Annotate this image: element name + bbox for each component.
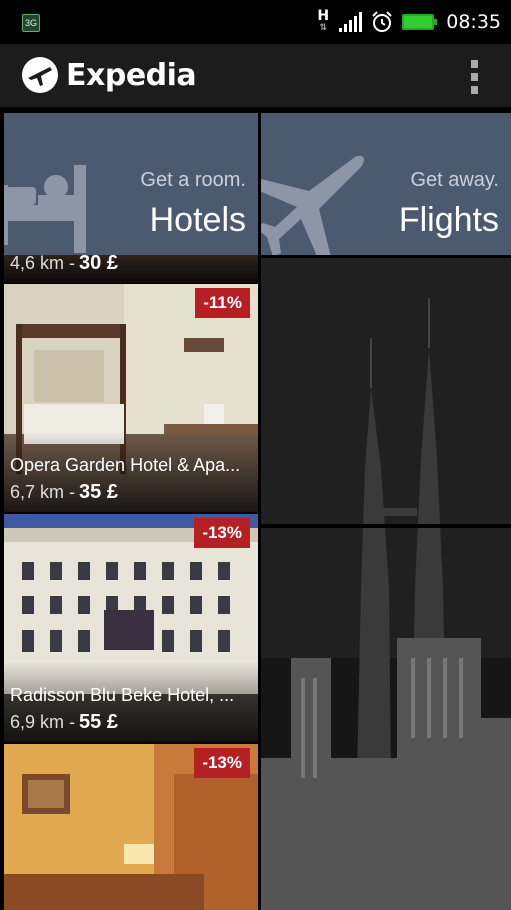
hotels-title: Hotels (149, 201, 246, 239)
hotel-list[interactable]: 4,6 km -30 £ -11% Opera Garden Hotel & A… (4, 255, 258, 910)
app-bar: Expedia (0, 44, 511, 110)
expedia-logo[interactable]: Expedia (22, 57, 197, 93)
skyline-photo (261, 258, 511, 910)
hotel-distance: 4,6 km - (10, 255, 76, 273)
hotel-distance: 6,9 km - (10, 712, 76, 732)
hotel-distance-price: 4,6 km -30 £ (10, 255, 118, 275)
data-indicator-icon: H ⇅ (315, 9, 331, 34)
status-icons: H ⇅ 08:35 (315, 6, 501, 38)
hotel-price: 30 £ (79, 255, 118, 274)
hotels-subtitle: Get a room. (140, 169, 246, 191)
battery-icon (402, 14, 438, 30)
plane-globe-icon (22, 57, 58, 93)
hotel-card[interactable]: -11% Opera Garden Hotel & Apa... 6,7 km … (4, 284, 258, 512)
hotel-distance-price: 6,9 km -55 £ (10, 711, 118, 734)
hotel-name: Opera Garden Hotel & Apa... (10, 455, 241, 475)
hotel-distance-price: 6,7 km -35 £ (10, 481, 118, 504)
hotel-card[interactable]: -13% (4, 744, 258, 910)
tile-divider (261, 524, 511, 528)
airplane-icon (261, 155, 364, 255)
status-bar: 3G H ⇅ 08:35 (0, 0, 511, 44)
flights-subtitle: Get away. (410, 169, 499, 191)
hotel-card[interactable]: -13% Radisson Blu Beke Hotel, ... 6,9 km… (4, 514, 258, 742)
hotels-category-tile[interactable]: Get a room. Hotels (4, 113, 258, 255)
brand-name: Expedia (66, 57, 197, 93)
signal-strength-icon (339, 12, 363, 32)
bed-icon (4, 165, 86, 253)
hotel-price: 55 £ (79, 711, 118, 733)
hotel-card[interactable]: 4,6 km -30 £ (4, 255, 258, 283)
hotel-price: 35 £ (79, 481, 118, 503)
alarm-clock-icon (372, 11, 392, 32)
flights-category-tile[interactable]: Get away. Flights (261, 113, 511, 255)
discount-badge: -11% (195, 288, 250, 318)
clock-time: 08:35 (446, 11, 501, 33)
network-3g-icon: 3G (22, 14, 40, 32)
flights-title: Flights (398, 201, 499, 239)
hotel-name: Radisson Blu Beke Hotel, ... (10, 685, 235, 705)
destination-image[interactable] (261, 258, 511, 910)
discount-badge: -13% (194, 748, 250, 778)
overflow-menu-icon[interactable] (467, 60, 481, 94)
discount-badge: -13% (194, 518, 250, 548)
hotel-distance: 6,7 km - (10, 482, 76, 502)
